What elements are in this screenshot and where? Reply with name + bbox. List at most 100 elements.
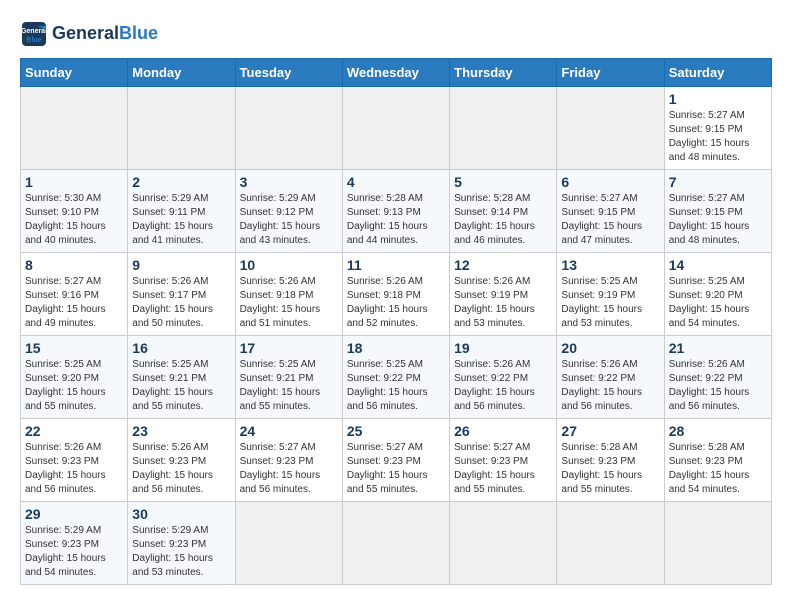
calendar-header-saturday: Saturday [664,59,771,87]
table-row [557,87,664,170]
table-row: 22 Sunrise: 5:26 AMSunset: 9:23 PMDayligh… [21,419,128,502]
day-number: 13 [561,257,659,273]
calendar-week-3: 8 Sunrise: 5:27 AMSunset: 9:16 PMDaylight… [21,253,772,336]
table-row: 9Sunrise: 5:26 AMSunset: 9:17 PMDaylight… [128,253,235,336]
table-row: 3 Sunrise: 5:29 AMSunset: 9:12 PMDaylight… [235,170,342,253]
calendar-week-1: 1 Sunrise: 5:27 AMSunset: 9:15 PMDaylight… [21,87,772,170]
day-info: Sunrise: 5:26 AMSunset: 9:22 PMDaylight:… [561,358,659,414]
table-row: 10 Sunrise: 5:26 AMSunset: 9:18 PMDayligh… [235,253,342,336]
day-info: Sunrise: 5:28 AMSunset: 9:23 PMDaylight:… [669,441,767,497]
day-number: 8 [25,257,123,273]
day-number: 11 [347,257,445,273]
table-row: 12 Sunrise: 5:26 AMSunset: 9:19 PMDayligh… [450,253,557,336]
calendar-header-tuesday: Tuesday [235,59,342,87]
table-row [342,502,449,585]
calendar-header-friday: Friday [557,59,664,87]
day-number: 29 [25,506,123,522]
day-info: Sunrise: 5:29 AMSunset: 9:23 PMDaylight:… [25,524,123,580]
day-number: 12 [454,257,552,273]
table-row: 17Sunrise: 5:25 AMSunset: 9:21 PMDayligh… [235,336,342,419]
svg-text:Blue: Blue [26,37,41,44]
day-info: Sunrise: 5:28 AMSunset: 9:23 PMDaylight:… [561,441,659,497]
calendar-header-monday: Monday [128,59,235,87]
day-number: 10 [240,257,338,273]
day-info: Sunrise: 5:25 AMSunset: 9:22 PMDaylight:… [347,358,445,414]
day-info: Sunrise: 5:26 AMSunset: 9:22 PMDaylight:… [454,358,552,414]
day-info: Sunrise: 5:26 AMSunset: 9:22 PMDaylight:… [669,358,767,414]
table-row: 26Sunrise: 5:27 AMSunset: 9:23 PMDayligh… [450,419,557,502]
table-row [235,87,342,170]
day-number: 30 [132,506,230,522]
logo: General Blue General Blue [20,20,158,48]
day-info: Sunrise: 5:27 AMSunset: 9:23 PMDaylight:… [347,441,445,497]
day-info: Sunrise: 5:26 AMSunset: 9:23 PMDaylight:… [25,441,123,497]
day-info: Sunrise: 5:26 AMSunset: 9:19 PMDaylight:… [454,275,552,331]
table-row: 24Sunrise: 5:27 AMSunset: 9:23 PMDayligh… [235,419,342,502]
day-number: 22 [25,423,123,439]
day-number: 3 [240,174,338,190]
day-number: 23 [132,423,230,439]
table-row [21,87,128,170]
table-row: 27Sunrise: 5:28 AMSunset: 9:23 PMDayligh… [557,419,664,502]
day-number: 5 [454,174,552,190]
day-info: Sunrise: 5:27 AMSunset: 9:16 PMDaylight:… [25,275,123,331]
day-number: 15 [25,340,123,356]
svg-text:General: General [21,28,47,35]
table-row: 20 Sunrise: 5:26 AMSunset: 9:22 PMDayligh… [557,336,664,419]
calendar-week-4: 15 Sunrise: 5:25 AMSunset: 9:20 PMDayligh… [21,336,772,419]
table-row: 14Sunrise: 5:25 AMSunset: 9:20 PMDayligh… [664,253,771,336]
day-info: Sunrise: 5:27 AMSunset: 9:15 PMDaylight:… [561,192,659,248]
day-info: Sunrise: 5:26 AMSunset: 9:18 PMDaylight:… [240,275,338,331]
day-info: Sunrise: 5:25 AMSunset: 9:20 PMDaylight:… [25,358,123,414]
day-info: Sunrise: 5:26 AMSunset: 9:17 PMDaylight:… [132,275,230,331]
table-row: 4 Sunrise: 5:28 AMSunset: 9:13 PMDaylight… [342,170,449,253]
day-info: Sunrise: 5:26 AMSunset: 9:18 PMDaylight:… [347,275,445,331]
table-row: 1Sunrise: 5:30 AMSunset: 9:10 PMDaylight… [21,170,128,253]
day-number: 21 [669,340,767,356]
day-number: 1 [669,91,767,107]
day-info: Sunrise: 5:29 AMSunset: 9:23 PMDaylight:… [132,524,230,580]
day-info: Sunrise: 5:28 AMSunset: 9:14 PMDaylight:… [454,192,552,248]
calendar-header-thursday: Thursday [450,59,557,87]
day-number: 4 [347,174,445,190]
table-row [450,502,557,585]
day-info: Sunrise: 5:25 AMSunset: 9:21 PMDaylight:… [240,358,338,414]
day-number: 16 [132,340,230,356]
day-info: Sunrise: 5:28 AMSunset: 9:13 PMDaylight:… [347,192,445,248]
table-row: 16Sunrise: 5:25 AMSunset: 9:21 PMDayligh… [128,336,235,419]
table-row: 6 Sunrise: 5:27 AMSunset: 9:15 PMDaylight… [557,170,664,253]
table-row: 21 Sunrise: 5:26 AMSunset: 9:22 PMDayligh… [664,336,771,419]
table-row: 18 Sunrise: 5:25 AMSunset: 9:22 PMDayligh… [342,336,449,419]
table-row: 1 Sunrise: 5:27 AMSunset: 9:15 PMDaylight… [664,87,771,170]
table-row [235,502,342,585]
table-row: 5 Sunrise: 5:28 AMSunset: 9:14 PMDaylight… [450,170,557,253]
table-row: 2 Sunrise: 5:29 AMSunset: 9:11 PMDaylight… [128,170,235,253]
day-number: 6 [561,174,659,190]
table-row: 11 Sunrise: 5:26 AMSunset: 9:18 PMDayligh… [342,253,449,336]
table-row [557,502,664,585]
table-row [342,87,449,170]
table-row: 13Sunrise: 5:25 AMSunset: 9:19 PMDayligh… [557,253,664,336]
logo-icon: General Blue [20,20,48,48]
day-number: 2 [132,174,230,190]
calendar-week-6: 29 Sunrise: 5:29 AMSunset: 9:23 PMDayligh… [21,502,772,585]
day-info: Sunrise: 5:27 AMSunset: 9:15 PMDaylight:… [669,109,767,165]
day-number: 19 [454,340,552,356]
day-number: 1 [25,174,123,190]
table-row [450,87,557,170]
calendar-week-2: 1Sunrise: 5:30 AMSunset: 9:10 PMDaylight… [21,170,772,253]
table-row: 25 Sunrise: 5:27 AMSunset: 9:23 PMDayligh… [342,419,449,502]
day-number: 18 [347,340,445,356]
day-info: Sunrise: 5:29 AMSunset: 9:12 PMDaylight:… [240,192,338,248]
calendar-table: SundayMondayTuesdayWednesdayThursdayFrid… [20,58,772,585]
table-row: 28 Sunrise: 5:28 AMSunset: 9:23 PMDayligh… [664,419,771,502]
day-info: Sunrise: 5:25 AMSunset: 9:20 PMDaylight:… [669,275,767,331]
day-number: 20 [561,340,659,356]
day-number: 24 [240,423,338,439]
day-number: 28 [669,423,767,439]
table-row: 19 Sunrise: 5:26 AMSunset: 9:22 PMDayligh… [450,336,557,419]
day-number: 25 [347,423,445,439]
table-row: 30 Sunrise: 5:29 AMSunset: 9:23 PMDayligh… [128,502,235,585]
day-info: Sunrise: 5:29 AMSunset: 9:11 PMDaylight:… [132,192,230,248]
calendar-body: 1 Sunrise: 5:27 AMSunset: 9:15 PMDaylight… [21,87,772,585]
